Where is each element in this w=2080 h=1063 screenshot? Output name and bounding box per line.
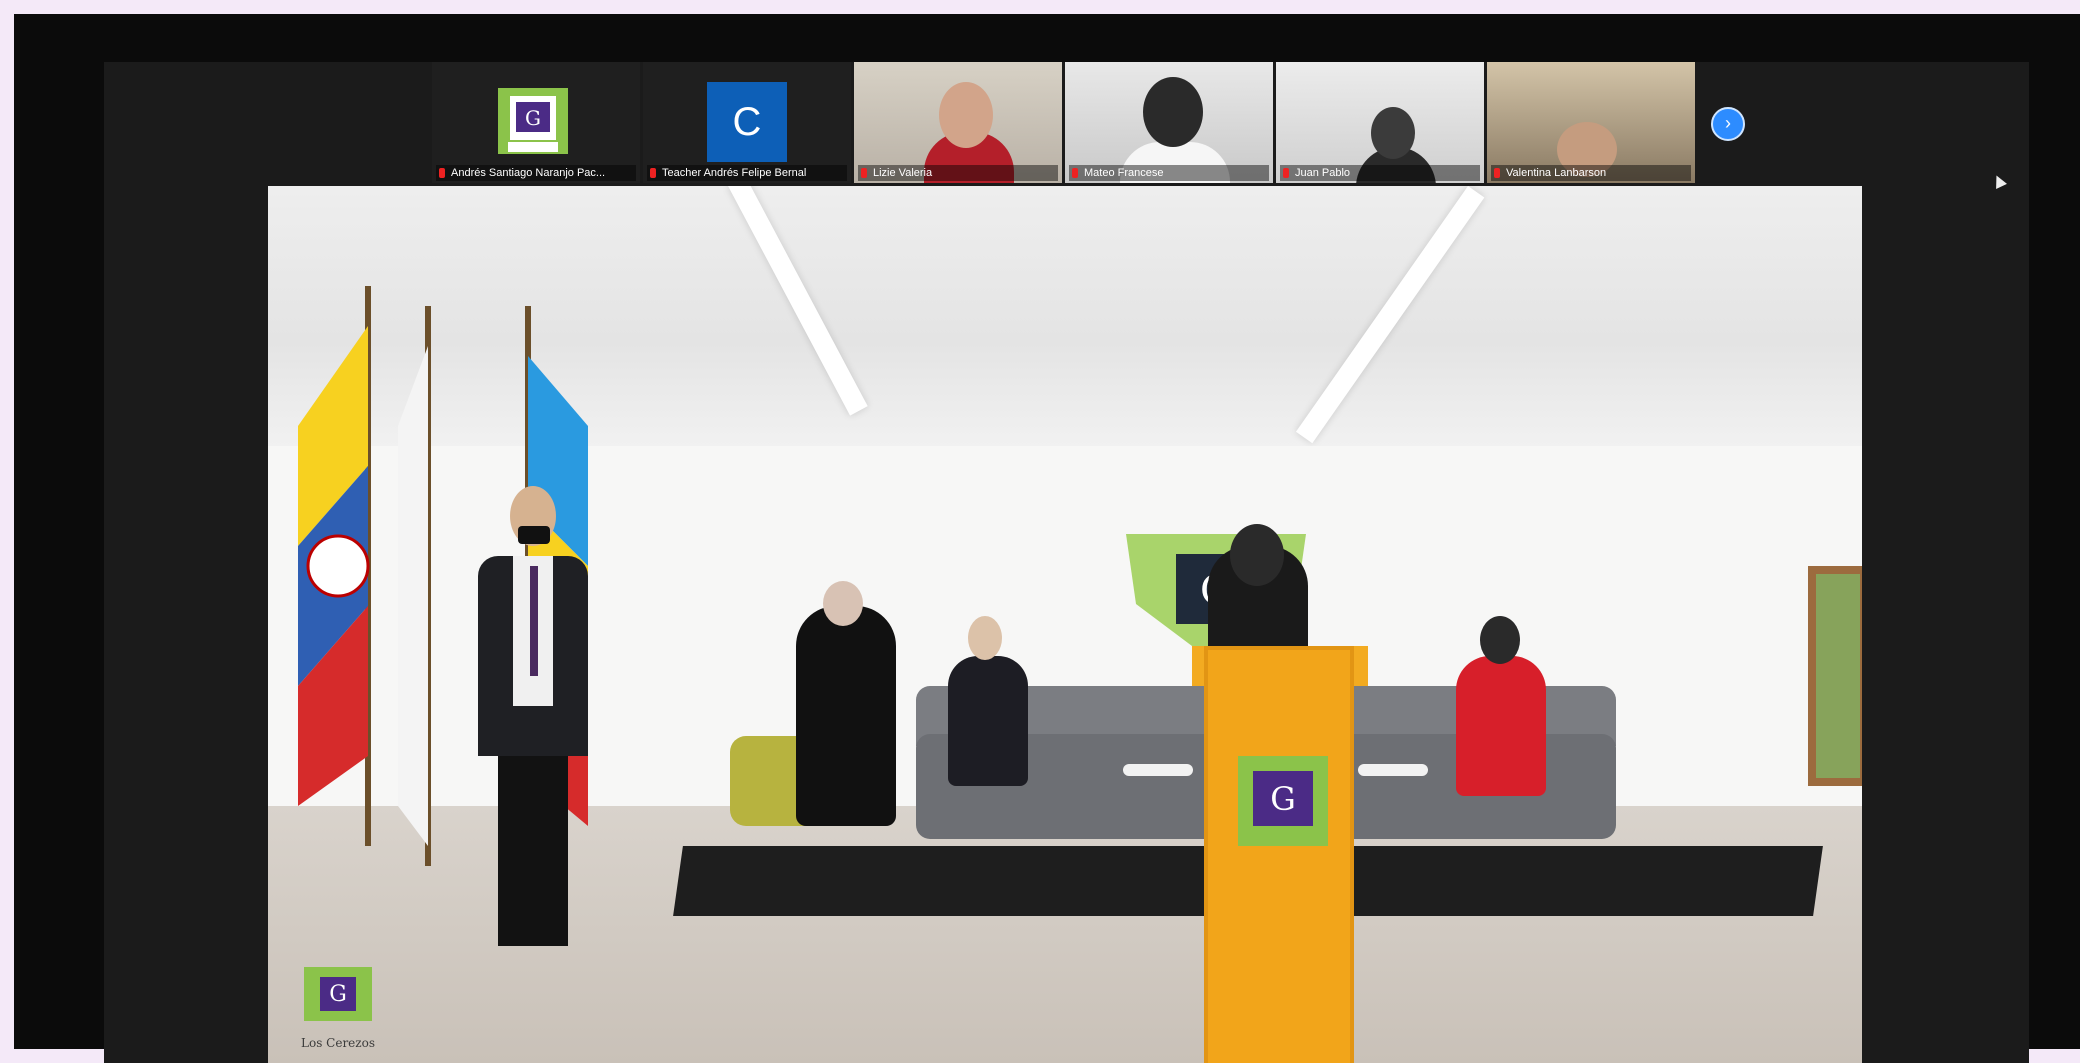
seated-student <box>948 656 1028 786</box>
person-head <box>1371 107 1415 159</box>
svg-text:G: G <box>329 982 347 1007</box>
participant-name: Lizie Valeria <box>858 165 1058 181</box>
participant-name: Juan Pablo <box>1280 165 1480 181</box>
participant-tile[interactable]: Lizie Valeria <box>854 62 1062 183</box>
participant-tile[interactable]: Juan Pablo <box>1276 62 1484 183</box>
next-participants-button[interactable]: › <box>1711 107 1745 141</box>
participant-tile[interactable]: G Andrés Santiago Naranjo Pac... <box>432 62 640 183</box>
mic-muted-icon <box>439 168 445 179</box>
school-crest-icon: G <box>304 967 372 1021</box>
participant-tile[interactable]: C Teacher Andrés Felipe Bernal <box>643 62 851 183</box>
main-video: G G Los Cerezos <box>268 186 1862 1063</box>
outer-frame: G Andrés Santiago Naranjo Pac... C Teach… <box>14 14 2080 1063</box>
seated-student-head <box>968 616 1002 660</box>
participant-name: Teacher Andrés Felipe Bernal <box>647 165 847 181</box>
seated-teacher <box>1456 656 1546 796</box>
svg-text:G: G <box>1270 780 1296 818</box>
seated-adult <box>796 606 896 826</box>
school-crest-icon: G <box>498 88 568 154</box>
podium-crest-icon: G <box>1238 756 1328 846</box>
participant-initial: C <box>707 82 787 162</box>
mic-muted-icon <box>1072 168 1078 179</box>
participant-name: Valentina Lanbarson <box>1491 165 1691 181</box>
standing-student <box>458 486 608 956</box>
school-logo-text: Los Cerezos <box>301 1036 375 1050</box>
svg-text:G: G <box>525 106 541 130</box>
side-table <box>1123 764 1193 776</box>
side-table <box>1358 764 1428 776</box>
participant-name: Mateo Francese <box>1069 165 1269 181</box>
mouse-cursor-icon <box>1991 173 2007 189</box>
wall-painting <box>1808 566 1862 786</box>
mic-muted-icon <box>1494 168 1500 179</box>
person-head <box>1143 77 1203 147</box>
participant-tile[interactable]: Mateo Francese <box>1065 62 1273 183</box>
person-head <box>939 82 993 148</box>
zoom-meeting-window: G Andrés Santiago Naranjo Pac... C Teach… <box>104 62 2029 1063</box>
participant-strip: G Andrés Santiago Naranjo Pac... C Teach… <box>432 62 1695 183</box>
school-logo: G Los Cerezos <box>298 961 378 1050</box>
mic-muted-icon <box>1283 168 1289 179</box>
participant-name: Andrés Santiago Naranjo Pac... <box>436 165 636 181</box>
seated-adult-head <box>823 581 863 626</box>
mic-muted-icon <box>650 168 656 179</box>
seated-teacher-head <box>1480 616 1520 664</box>
participant-tile[interactable]: Valentina Lanbarson <box>1487 62 1695 183</box>
mic-muted-icon <box>861 168 867 179</box>
speaker-head <box>1230 524 1284 586</box>
chevron-right-icon: › <box>1725 113 1731 133</box>
